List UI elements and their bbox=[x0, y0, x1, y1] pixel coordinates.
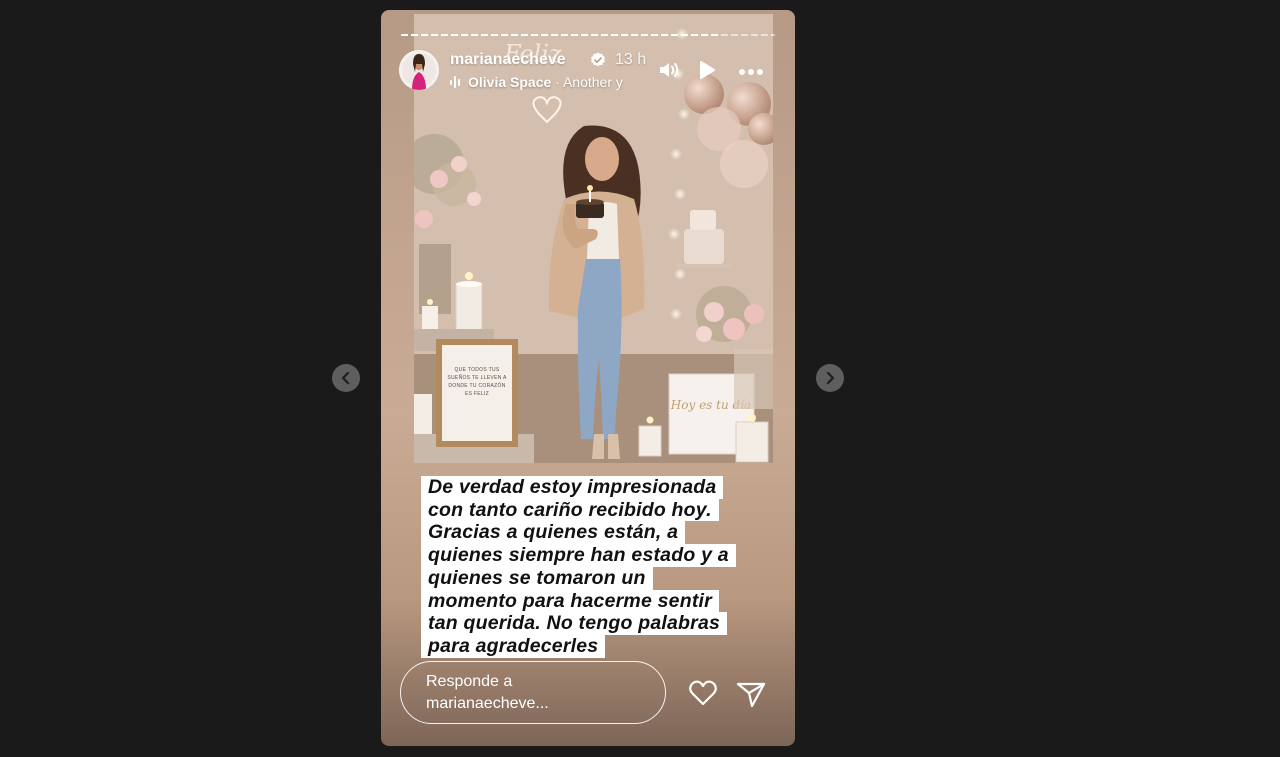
heart-icon bbox=[689, 680, 717, 706]
more-options-button[interactable] bbox=[738, 64, 764, 82]
previous-story-button[interactable] bbox=[332, 364, 360, 392]
mute-button[interactable] bbox=[658, 60, 680, 85]
username[interactable]: marianaecheve bbox=[450, 51, 566, 69]
caption-line: quienes siempre han estado y a bbox=[421, 544, 736, 567]
send-icon bbox=[736, 682, 766, 708]
reply-placeholder-line1: Responde a bbox=[426, 673, 513, 690]
reply-placeholder-line2: marianaecheve... bbox=[426, 695, 549, 712]
like-button[interactable] bbox=[688, 679, 718, 712]
story-progress-fill bbox=[401, 34, 719, 36]
send-button[interactable] bbox=[736, 680, 766, 713]
avatar[interactable] bbox=[399, 50, 439, 90]
caption-line: quienes se tomaron un bbox=[421, 566, 653, 590]
reply-input[interactable]: Responde a marianaecheve... bbox=[400, 661, 666, 724]
music-title: Another y bbox=[562, 74, 623, 90]
music-info[interactable]: Olivia Space · Another y bbox=[468, 74, 658, 90]
play-icon bbox=[700, 61, 715, 79]
chevron-left-icon bbox=[341, 371, 350, 385]
caption-line: momento para hacerme sentir bbox=[421, 589, 719, 613]
speaker-icon bbox=[660, 63, 679, 77]
frame-sign-text: QUE TODOS TUS SUEÑOS TE LLEVEN A DONDE T… bbox=[447, 367, 507, 397]
caption-line: Gracias a quienes están, a bbox=[421, 521, 686, 545]
music-separator: · bbox=[555, 74, 563, 90]
caption-line: tan querida. No tengo palabras bbox=[421, 612, 728, 635]
story-progress-bar bbox=[401, 34, 775, 36]
chevron-right-icon bbox=[826, 371, 835, 385]
caption-line: con tanto cariño recibido hoy. bbox=[421, 498, 719, 522]
music-artist: Olivia Space bbox=[468, 74, 552, 90]
more-icon bbox=[739, 69, 763, 75]
caption-line: De verdad estoy impresionada bbox=[421, 476, 724, 499]
verified-badge-icon bbox=[591, 52, 605, 67]
story-caption: De verdad estoy impresionada con tanto c… bbox=[421, 476, 761, 658]
next-story-button[interactable] bbox=[816, 364, 844, 392]
play-button[interactable] bbox=[698, 60, 716, 85]
post-time: 13 h bbox=[615, 51, 647, 68]
story-header: marianaecheve 13 h Olivia Space · Anothe… bbox=[399, 50, 777, 94]
story-viewer: Feliz QUE TODOS TUS SUEÑOS TE LLEVEN A D… bbox=[381, 10, 795, 746]
caption-line: para agradecerles bbox=[421, 634, 606, 658]
audio-bars-icon bbox=[450, 76, 460, 88]
